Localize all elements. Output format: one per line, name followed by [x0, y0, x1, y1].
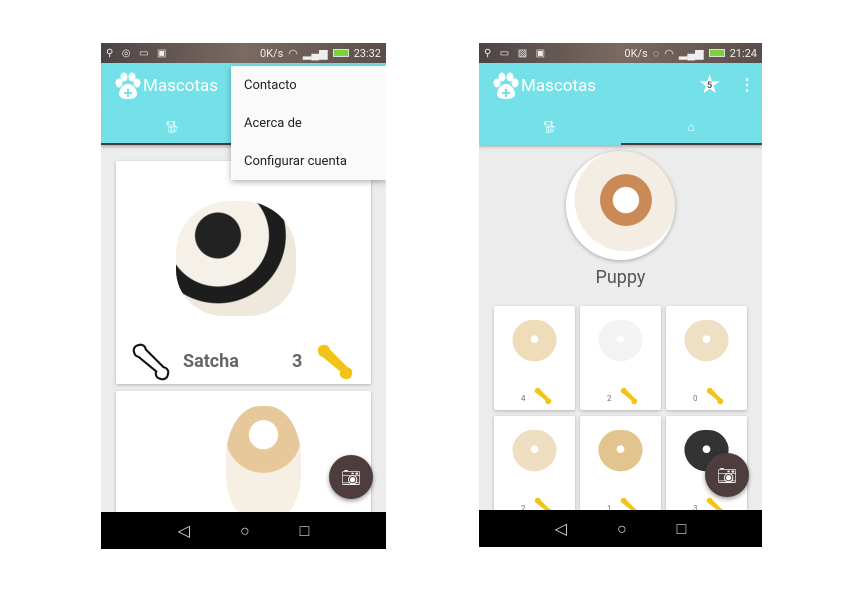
bone-filled-icon — [314, 341, 356, 383]
home-circle-icon[interactable]: ○ — [617, 519, 627, 539]
clock: 23:32 — [353, 46, 381, 60]
network-speed: 0K/s — [624, 46, 648, 60]
overflow-menu: Contacto Acerca de Configurar cuenta — [231, 66, 386, 180]
camera-button[interactable]: 📷︎ — [705, 453, 749, 497]
vibrate-icon: ◌ — [652, 46, 660, 60]
home-circle-icon[interactable]: ○ — [240, 521, 250, 541]
recents-icon[interactable]: □ — [300, 521, 310, 541]
back-icon[interactable]: ◁ — [178, 521, 190, 540]
app-toolbar: Mascotas ★ 5 ⋮ — [479, 63, 762, 109]
dog-icon: 🐕︎ — [542, 120, 558, 134]
recents-icon[interactable]: □ — [677, 519, 687, 539]
like-count: 4 — [521, 394, 526, 403]
signal-icon: ▂▄▆ — [302, 46, 328, 60]
wifi-icon: ◠ — [664, 46, 674, 60]
menu-item-contacto[interactable]: Contacto — [231, 71, 386, 109]
pet-photo — [598, 320, 643, 368]
pet-photo — [684, 320, 729, 368]
battery-icon — [708, 49, 725, 57]
status-bar: ⚲ ▭ ▨ ▣ 0K/s ◌ ◠ ▂▄▆ 21:24 — [479, 43, 762, 63]
pet-photo — [598, 430, 643, 478]
tab-pets[interactable]: 🐕︎ — [101, 109, 244, 145]
tab-profile[interactable]: ⌂ — [620, 109, 763, 145]
paw-icon — [493, 72, 519, 100]
photo-grid-item[interactable]: 4 — [494, 306, 575, 410]
tab-pets[interactable]: 🐕︎ — [479, 109, 621, 145]
photo-grid-item[interactable]: 1 — [580, 416, 661, 520]
photo-grid-item[interactable]: 2 — [580, 306, 661, 410]
camera-button[interactable]: 📷︎ — [329, 455, 373, 499]
pet-photo — [512, 430, 557, 478]
pet-card[interactable]: Satcha 3 — [116, 161, 371, 384]
notification-icons: ⚲ ◎ ▭ ▣ — [106, 47, 170, 59]
notification-icons: ⚲ ▭ ▨ ▣ — [484, 47, 549, 59]
network-speed: 0K/s — [259, 46, 284, 60]
back-icon[interactable]: ◁ — [555, 519, 567, 538]
signal-icon: ▂▄▆ — [678, 46, 704, 60]
camera-icon: 📷︎ — [716, 465, 738, 485]
profile-photo — [566, 151, 675, 260]
system-nav-bar: ◁ ○ □ — [101, 512, 386, 549]
pet-name: Satcha — [183, 351, 239, 372]
tab-bar: 🐕︎ ⌂ — [479, 109, 762, 145]
pet-photo — [176, 201, 296, 316]
battery-icon — [332, 49, 349, 57]
pet-card[interactable] — [116, 391, 371, 521]
dog-icon: 🐕︎ — [164, 120, 180, 134]
menu-item-acerca-de[interactable]: Acerca de — [231, 109, 386, 147]
star-badge: 5 — [707, 81, 713, 91]
system-nav-bar: ◁ ○ □ — [479, 510, 762, 547]
photo-grid-item[interactable]: 2 — [494, 416, 575, 520]
clock: 21:24 — [729, 46, 757, 60]
pet-photo — [226, 406, 301, 521]
camera-icon: 📷︎ — [340, 467, 362, 487]
like-count: 0 — [693, 394, 698, 403]
status-bar: ⚲ ◎ ▭ ▣ 0K/s ◠ ▂▄▆ 23:32 — [101, 43, 386, 63]
paw-icon — [115, 72, 141, 100]
photo-grid-item[interactable]: 0 — [666, 306, 747, 410]
app-title: Mascotas — [521, 76, 597, 96]
bone-outline-icon[interactable] — [130, 341, 172, 383]
like-count: 2 — [607, 394, 612, 403]
profile-name: Puppy — [595, 267, 646, 288]
phone-screen-feed: ⚲ ◎ ▭ ▣ 0K/s◠▂▄▆23:32 Mascotas 🐕︎ ⌂ Satc… — [101, 43, 386, 549]
wifi-icon: ◠ — [288, 46, 298, 60]
bone-filled-icon — [619, 386, 639, 406]
home-icon: ⌂ — [687, 120, 695, 134]
overflow-menu-icon[interactable]: ⋮ — [739, 75, 755, 94]
menu-item-configurar-cuenta[interactable]: Configurar cuenta — [231, 147, 386, 185]
app-title: Mascotas — [143, 76, 219, 96]
phone-screen-profile: ⚲ ▭ ▨ ▣ 0K/s ◌ ◠ ▂▄▆ 21:24 Mascotas ★ 5 ⋮ 🐕︎… — [479, 43, 762, 547]
bone-filled-icon — [705, 386, 725, 406]
pet-photo — [512, 320, 557, 368]
like-count: 3 — [292, 351, 303, 372]
bone-filled-icon — [533, 386, 553, 406]
